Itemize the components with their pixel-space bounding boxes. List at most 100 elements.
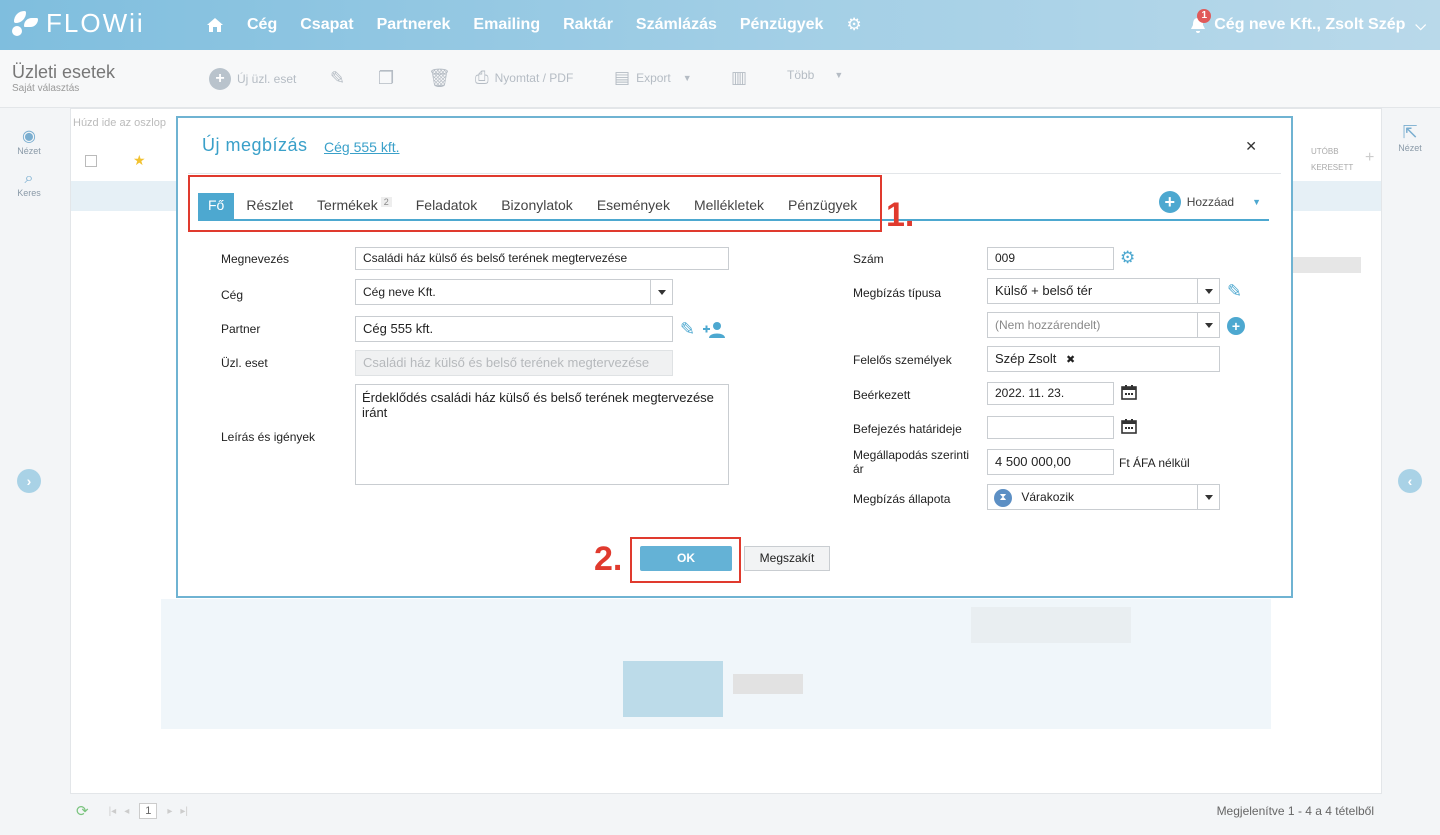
number-label: Szám: [853, 252, 884, 266]
partner-label: Partner: [221, 322, 261, 336]
toolbar: Üzleti esetek Saját választás + Új üzl. …: [0, 50, 1440, 108]
partner-link[interactable]: Cég 555 kft.: [324, 139, 400, 155]
search-toggle[interactable]: ⌕ Keres: [0, 170, 58, 198]
logo[interactable]: FLOWii: [10, 8, 145, 39]
annotation-number-2: 2.: [594, 540, 623, 578]
dialog-title: Új megbízás: [202, 135, 308, 155]
star-icon[interactable]: ★: [133, 152, 146, 169]
company-label: Cég: [221, 288, 244, 302]
calendar-icon[interactable]: [1121, 384, 1137, 400]
case-label: Üzl. eset: [221, 356, 268, 370]
chevron-down-icon[interactable]: ⌵: [1415, 17, 1426, 34]
type-value: Külső + belső tér: [995, 283, 1093, 298]
page-title: Üzleti esetek: [12, 62, 116, 82]
received-date-input[interactable]: 2022. 11. 23.: [987, 382, 1114, 405]
name-input[interactable]: Családi ház külső és belső terének megte…: [355, 247, 729, 270]
refresh-icon[interactable]: ⟳: [76, 802, 89, 820]
copy-button[interactable]: ❐: [378, 68, 394, 89]
nav-item-team[interactable]: Csapat: [300, 16, 353, 34]
company-value: Cég neve Kft.: [363, 285, 436, 299]
close-icon[interactable]: ✕: [1245, 138, 1257, 155]
new-assignment-dialog: Új megbízás Cég 555 kft. ✕ Fő Részlet Te…: [176, 116, 1293, 598]
status-select[interactable]: ⧗ Várakozik: [987, 484, 1220, 510]
calendar-icon[interactable]: [1121, 418, 1137, 434]
responsible-input[interactable]: Szép Zsolt ✖: [987, 346, 1220, 372]
ok-button[interactable]: OK: [640, 546, 732, 571]
grid-col-searched[interactable]: KERESETT: [1311, 163, 1353, 172]
subtype-select[interactable]: (Nem hozzárendelt): [987, 312, 1220, 338]
expand-left-icon[interactable]: ›: [17, 469, 41, 493]
print-label: Nyomtat / PDF: [494, 71, 574, 85]
more-label: Több: [787, 68, 815, 82]
chevron-down-icon[interactable]: [650, 280, 672, 304]
more-button[interactable]: Több ▼: [787, 68, 843, 82]
status-value: Várakozik: [1021, 490, 1075, 504]
add-person-icon[interactable]: [703, 321, 727, 339]
edit-partner-icon[interactable]: ✎: [680, 319, 695, 340]
copy-icon: ❐: [378, 68, 395, 88]
nav-item-finance[interactable]: Pénzügyek: [740, 16, 824, 34]
grid-header-checkbox[interactable]: [85, 155, 97, 167]
new-case-label: Új üzl. eset: [237, 72, 297, 86]
chevron-down-icon[interactable]: [1197, 313, 1219, 337]
first-page-icon[interactable]: |◂: [109, 806, 117, 817]
description-textarea[interactable]: Érdeklődés családi ház külső és belső te…: [355, 384, 729, 485]
print-button[interactable]: ⎙ Nyomtat / PDF: [475, 68, 573, 88]
price-unit: Ft ÁFA nélkül: [1119, 456, 1190, 470]
next-page-icon[interactable]: ▸: [167, 806, 172, 817]
cancel-button[interactable]: Megszakít: [744, 546, 830, 571]
responsible-label: Felelős személyek: [853, 353, 952, 367]
grid-col-later[interactable]: UTÓBB: [1311, 147, 1339, 156]
annotation-box-tabs: [188, 175, 882, 232]
gear-icon[interactable]: ⚙: [846, 15, 861, 35]
bar-chart-icon: ▥: [731, 68, 748, 87]
last-page-icon[interactable]: ▸|: [180, 806, 188, 817]
external-link-icon: ⇱: [1402, 122, 1418, 142]
plus-circle-icon: +: [209, 68, 231, 90]
expand-right-icon[interactable]: ‹: [1398, 469, 1422, 493]
group-drop-zone[interactable]: Húzd ide az oszlop: [73, 117, 166, 129]
chart-button[interactable]: ▥: [731, 68, 747, 88]
export-button[interactable]: ▤ Export ▼: [614, 68, 692, 88]
number-input[interactable]: 009: [987, 247, 1114, 270]
edit-button[interactable]: ✎: [330, 68, 345, 89]
partner-input[interactable]: Cég 555 kft.: [355, 316, 673, 342]
type-select[interactable]: Külső + belső tér: [987, 278, 1220, 304]
logo-text: FLOWii: [46, 8, 145, 38]
view-toggle[interactable]: ◉ Nézet: [0, 126, 58, 156]
edit-type-icon[interactable]: ✎: [1227, 281, 1242, 302]
deadline-date-input[interactable]: [987, 416, 1114, 439]
add-column-icon[interactable]: +: [1365, 149, 1374, 167]
company-select[interactable]: Cég neve Kft.: [355, 279, 673, 305]
nav-item-invoicing[interactable]: Számlázás: [636, 16, 717, 34]
chevron-down-icon[interactable]: [1197, 485, 1219, 509]
plus-circle-icon[interactable]: +: [1227, 317, 1245, 335]
right-view-toggle[interactable]: ⇱ Nézet: [1380, 122, 1440, 153]
grid-footer: ⟳ |◂ ◂ 1 ▸ ▸| Megjelenítve 1 - 4 a 4 tét…: [70, 796, 1382, 826]
chevron-down-icon: ▼: [834, 70, 844, 80]
remove-tag-icon[interactable]: ✖: [1066, 354, 1075, 366]
annotation-number-1: 1.: [886, 196, 915, 234]
nav-item-company[interactable]: Cég: [247, 16, 277, 34]
nav-item-emailing[interactable]: Emailing: [473, 16, 540, 34]
nav-item-partners[interactable]: Partnerek: [377, 16, 451, 34]
price-input[interactable]: 4 500 000,00: [987, 449, 1114, 475]
add-button[interactable]: + Hozzáad ▼: [1158, 191, 1261, 213]
gear-icon[interactable]: ⚙: [1120, 248, 1135, 268]
chevron-down-icon[interactable]: [1197, 279, 1219, 303]
user-label[interactable]: Cég neve Kft., Zsolt Szép: [1214, 16, 1405, 34]
user-menu[interactable]: 1 Cég neve Kft., Zsolt Szép ⌵: [1190, 0, 1426, 50]
home-icon[interactable]: [206, 17, 224, 33]
responsible-tag: Szép Zsolt: [995, 351, 1057, 366]
search-label: Keres: [17, 188, 41, 198]
nav-item-warehouse[interactable]: Raktár: [563, 16, 613, 34]
eye-icon: ◉: [22, 128, 36, 145]
page-number[interactable]: 1: [139, 803, 158, 819]
prev-page-icon[interactable]: ◂: [124, 806, 129, 817]
printer-icon: ⎙: [475, 68, 489, 87]
bell-icon[interactable]: 1: [1190, 9, 1212, 34]
deadline-label: Befejezés határideje: [853, 422, 962, 436]
pencil-icon: ✎: [330, 68, 346, 88]
delete-button[interactable]: 🗑: [428, 68, 451, 89]
new-case-button[interactable]: + Új üzl. eset: [209, 68, 296, 90]
